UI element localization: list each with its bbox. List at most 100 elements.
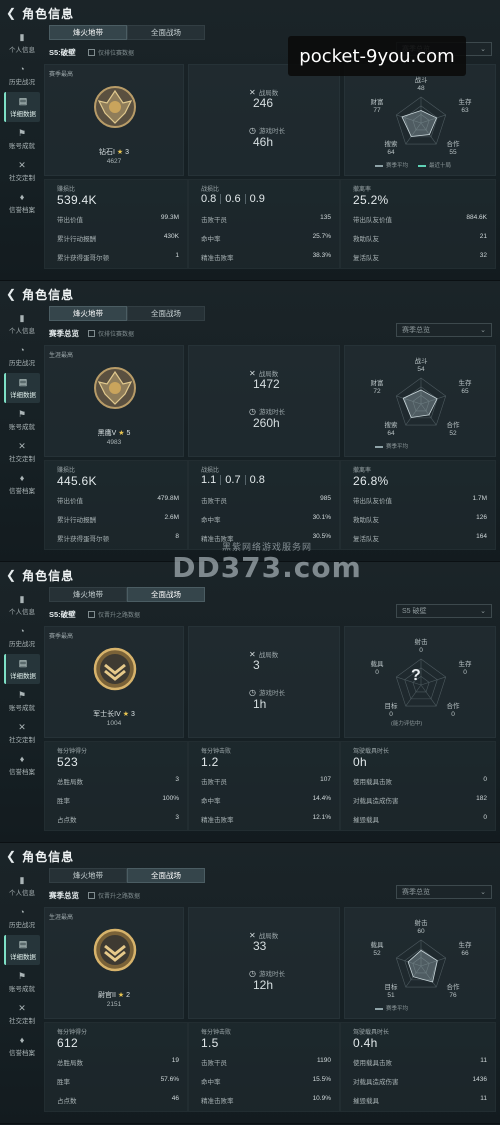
sidebar-item-label: 社交定制 <box>9 456 35 463</box>
sidebar-item[interactable]: ◔ 历史战况 <box>4 341 40 371</box>
legend-item: 赛季平均 <box>375 1004 408 1012</box>
stat-row-value: 21 <box>479 233 487 240</box>
chevron-down-icon: ⌄ <box>480 327 486 334</box>
sidebar-item[interactable]: ◔ 历史战况 <box>4 903 40 933</box>
clock-icon: ◷ <box>249 125 256 135</box>
radar-axis-label: 生存 63 <box>453 99 477 115</box>
stat-row-label: 命中率 <box>201 236 221 243</box>
tab-mode[interactable]: 全面战场 <box>127 868 205 883</box>
stat-row-value: 11 <box>480 1057 487 1064</box>
tab-mode[interactable]: 全面战场 <box>127 587 205 602</box>
stat-row-value: 25.7% <box>312 233 331 240</box>
stat-row-label: 带出价值 <box>57 498 83 505</box>
rank-card: 生涯最高 黑鹰V ★ 5 4983 <box>44 345 184 457</box>
rank-label: 黑鹰V <box>97 430 117 437</box>
sidebar-item[interactable]: ⚑ 账号成就 <box>4 405 40 435</box>
tab-mode[interactable]: 烽火地带 <box>49 587 127 602</box>
stat-row: 救助队友 126 <box>353 514 487 524</box>
sidebar-item[interactable]: ▤ 详细数据 <box>4 654 40 684</box>
tab-mode[interactable]: 烽火地带 <box>49 868 127 883</box>
sidebar-item[interactable]: ▮ 个人信息 <box>4 871 40 901</box>
sidebar-item[interactable]: ▮ 个人信息 <box>4 309 40 339</box>
rank-badge-icon <box>93 647 137 691</box>
stat-row-label: 对载具造成伤害 <box>353 1079 399 1086</box>
stat-row-label: 精准击败率 <box>201 536 234 543</box>
sidebar-item-label: 社交定制 <box>9 175 35 182</box>
stat-row-value: 3 <box>175 814 179 821</box>
watermark-top: pocket-9you.com <box>288 36 466 76</box>
tab-mode[interactable]: 烽火地带 <box>49 306 127 321</box>
rank-card: 生涯最高 尉官II ★ 2 2151 <box>44 907 184 1019</box>
radar-axis-name: 生存 <box>458 380 472 387</box>
sidebar-item[interactable]: ▤ 详细数据 <box>4 373 40 403</box>
rank-name: 黑鹰V ★ 5 <box>45 428 183 438</box>
sidebar-item[interactable]: ⚑ 账号成就 <box>4 124 40 154</box>
sidebar-item[interactable]: ▤ 详细数据 <box>4 935 40 965</box>
sidebar-item[interactable]: ♦ 信誉档案 <box>4 469 40 499</box>
stat-row-value: 8 <box>175 533 179 540</box>
sidebar-icon: ▤ <box>18 939 28 949</box>
sidebar-icon: ▮ <box>19 875 25 885</box>
back-icon[interactable]: ❮ <box>6 850 16 862</box>
checkbox-icon[interactable] <box>88 611 95 618</box>
best-label: 赛季最高 <box>49 72 74 78</box>
kd-value: 0.7 <box>225 474 241 486</box>
sidebar-item[interactable]: ♦ 信誉档案 <box>4 1031 40 1061</box>
checkbox-icon[interactable] <box>88 49 95 56</box>
sidebar-item[interactable]: ▮ 个人信息 <box>4 590 40 620</box>
sidebar-icon: ⚑ <box>17 409 27 419</box>
stat-heading: 驾驶载具时长 <box>353 749 390 755</box>
player-info-panel: ❮ 角色信息 ▮ 个人信息 ◔ 历史战况 ▤ 详细数据 ⚑ 账号成就 ✕ 社交定制 ♦ 信誉档案 烽火地带全… <box>0 562 500 843</box>
checkbox-icon[interactable] <box>88 330 95 337</box>
tab-mode[interactable]: 全面战场 <box>127 306 205 321</box>
sidebar-item-label: 历史战况 <box>9 360 35 367</box>
back-icon[interactable]: ❮ <box>6 288 16 300</box>
stat-row-label: 胜率 <box>57 1079 70 1086</box>
radar-axis-label: 战斗 48 <box>409 77 433 93</box>
radar-card: 战斗 48 生存 63 合作 55 搜索 64 财富 77 赛季平均 最近十局 <box>344 64 496 176</box>
ranked-filter-checkbox[interactable]: 仅排位赛数据 <box>88 48 134 57</box>
season-select[interactable]: 赛季总览 ⌄ <box>396 885 492 899</box>
stat-heading: 战损比 <box>201 187 220 193</box>
radar-axis-label: 射击 0 <box>409 639 433 655</box>
rank-score: 1004 <box>106 720 122 727</box>
stat-row-value: 14.4% <box>312 795 331 802</box>
sidebar-item[interactable]: ⚑ 账号成就 <box>4 686 40 716</box>
sidebar-item[interactable]: ♦ 信誉档案 <box>4 188 40 218</box>
radar-axis-label: 生存 0 <box>453 661 477 677</box>
sidebar-item-label: 账号成就 <box>9 424 35 431</box>
sidebar-item[interactable]: ▤ 详细数据 <box>4 92 40 122</box>
sidebar-item[interactable]: ✕ 社交定制 <box>4 437 40 467</box>
ranked-filter-checkbox[interactable]: 仅排位赛数据 <box>88 329 134 338</box>
ranked-filter-checkbox[interactable]: 仅晋升之路数据 <box>88 610 140 619</box>
sidebar-item[interactable]: ✕ 社交定制 <box>4 999 40 1029</box>
radar-axis-name: 目标 <box>384 703 398 710</box>
sidebar-item[interactable]: ⚑ 账号成就 <box>4 967 40 997</box>
sidebar-icon: ♦ <box>19 754 25 764</box>
sidebar-item[interactable]: ◔ 历史战况 <box>4 622 40 652</box>
tab-mode[interactable]: 全面战场 <box>127 25 205 40</box>
stat-row-label: 精准击败率 <box>201 255 234 262</box>
stat-row-label: 击败干员 <box>201 498 227 505</box>
stat-row-value: 10.9% <box>312 1095 331 1102</box>
matches-value: 246 <box>253 96 274 110</box>
checkbox-icon[interactable] <box>88 892 95 899</box>
stat-row-label: 击败干员 <box>201 779 227 786</box>
stat-block: 每分钟击败 1.5 击败干员 1190 命中率 15.5% 精准击败率 10.9% <box>188 1022 340 1112</box>
sidebar-item[interactable]: ▮ 个人信息 <box>4 28 40 58</box>
sidebar-item[interactable]: ♦ 信誉档案 <box>4 750 40 780</box>
ranked-filter-checkbox[interactable]: 仅晋升之路数据 <box>88 891 140 900</box>
stat-row: 救助队友 21 <box>353 233 487 243</box>
sidebar-item[interactable]: ◔ 历史战况 <box>4 60 40 90</box>
tab-mode[interactable]: 烽火地带 <box>49 25 127 40</box>
page-title: 角色信息 <box>22 6 75 21</box>
season-label: S5:破壁 <box>49 48 76 57</box>
back-icon[interactable]: ❮ <box>6 569 16 581</box>
season-select[interactable]: S5 破壁 ⌄ <box>396 604 492 618</box>
season-select[interactable]: 赛季总览 ⌄ <box>396 323 492 337</box>
playtime-value: 260h <box>253 416 280 430</box>
sidebar-item[interactable]: ✕ 社交定制 <box>4 156 40 186</box>
back-icon[interactable]: ❮ <box>6 7 16 19</box>
stat-row-value: 430K <box>163 233 179 240</box>
sidebar-item[interactable]: ✕ 社交定制 <box>4 718 40 748</box>
